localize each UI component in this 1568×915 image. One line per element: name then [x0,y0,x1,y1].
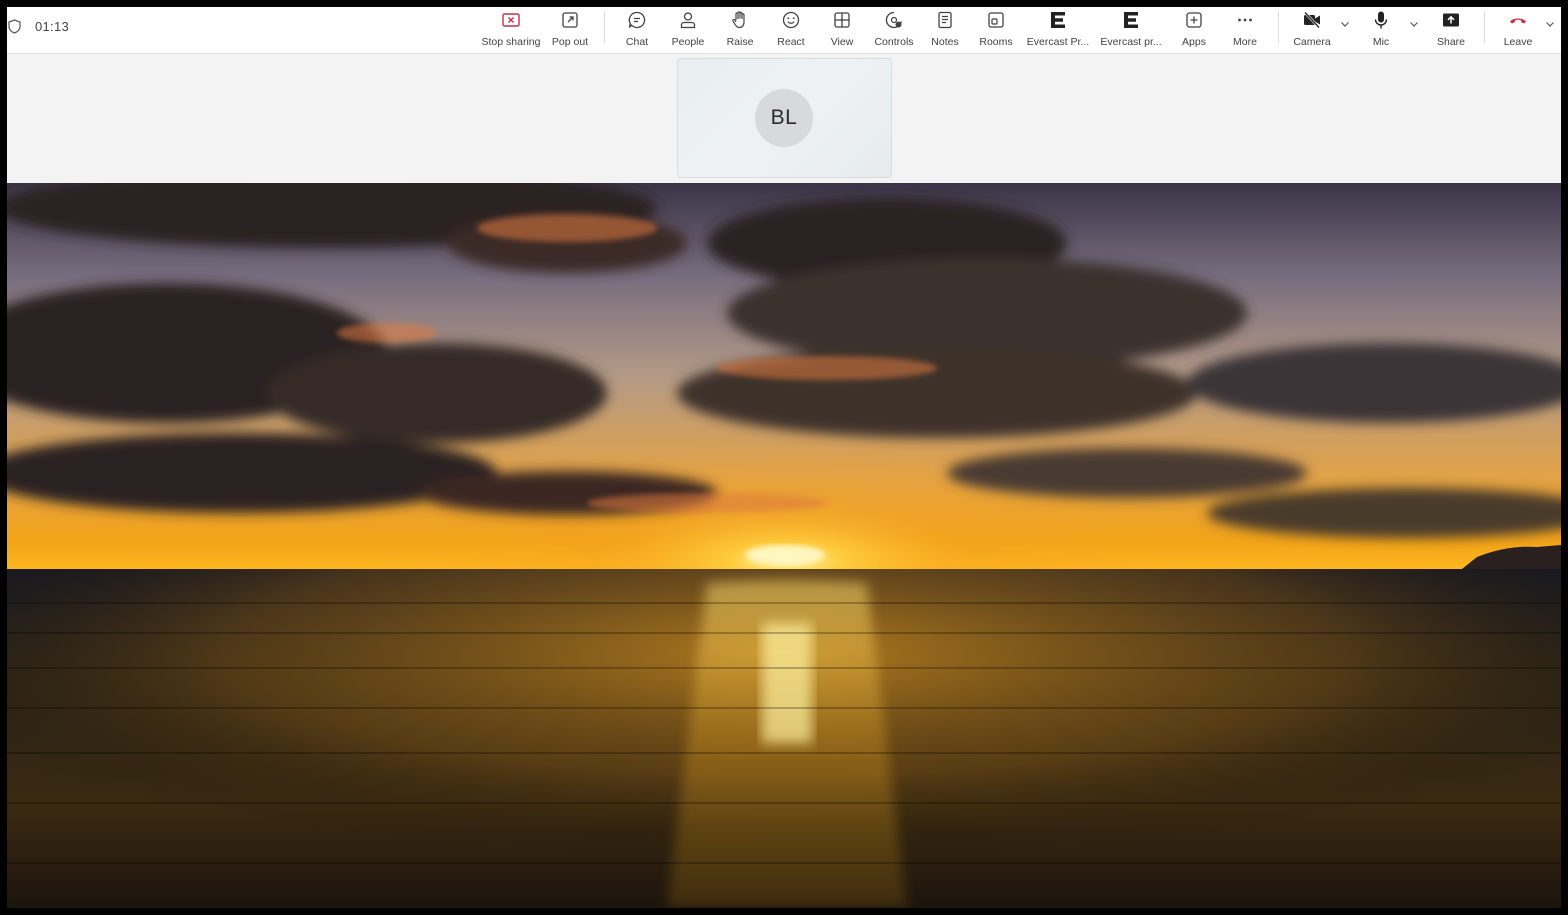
more-label: More [1233,36,1257,48]
toolbar-divider [604,11,605,43]
people-icon [680,12,696,29]
chevron-down-icon [1546,22,1554,27]
apps-icon [1186,12,1202,28]
stop-sharing-icon [502,13,520,27]
meeting-window: 01:13 Stop sharing Pop out Chat People R… [7,7,1561,908]
mic-button[interactable]: Mic [1363,9,1399,51]
toolbar-divider [1278,11,1279,43]
camera-off-icon [1304,11,1320,29]
rooms-button[interactable]: Rooms [977,9,1015,51]
notes-icon [938,11,952,29]
participant-tile[interactable]: BL [677,58,892,178]
shield-icon [8,18,21,34]
camera-button[interactable]: Camera [1290,9,1334,51]
rooms-label: Rooms [979,36,1013,48]
shared-screen-content [7,183,1561,908]
react-icon [782,11,800,29]
view-icon [834,12,850,28]
raise-hand-icon [732,11,745,29]
stop-sharing-label: Stop sharing [481,36,541,48]
controls-icon [885,11,902,29]
meeting-toolbar: 01:13 Stop sharing Pop out Chat People R… [7,7,1561,54]
chat-label: Chat [625,36,649,48]
chat-button[interactable]: Chat [619,9,655,51]
share-button[interactable]: Share [1433,9,1469,51]
camera-label: Camera [1293,36,1331,48]
leave-button[interactable]: Leave [1499,9,1537,51]
notes-label: Notes [931,36,959,48]
share-icon [1443,13,1459,27]
apps-label: Apps [1182,36,1206,48]
leave-options-chevron[interactable] [1543,17,1557,31]
view-button[interactable]: View [825,9,859,51]
react-label: React [777,36,805,48]
pop-out-label: Pop out [551,36,589,48]
view-label: View [830,36,854,48]
notes-button[interactable]: Notes [927,9,963,51]
apps-button[interactable]: Apps [1176,9,1212,51]
evercast-icon [1051,12,1065,28]
evercast-app-button-2[interactable]: Evercast pr... [1096,9,1166,51]
controls-label: Controls [874,36,914,48]
controls-button[interactable]: Controls [872,9,916,51]
evercast-app-button[interactable]: Evercast Pr... [1023,9,1093,51]
raise-label: Raise [726,36,754,48]
react-button[interactable]: React [773,9,809,51]
timer-text: 01:13 [35,18,70,34]
pop-out-button[interactable]: Pop out [548,9,592,51]
leave-icon [1510,18,1526,24]
camera-options-chevron[interactable] [1338,17,1352,31]
chevron-down-icon [1341,22,1349,27]
evercast-app-label-2: Evercast pr... [1100,36,1162,48]
meeting-timer: 01:13 [7,7,69,45]
mic-label: Mic [1372,36,1390,48]
chat-icon [628,11,646,29]
sunset-ocean-image [7,183,1561,908]
leave-label: Leave [1503,36,1533,48]
people-label: People [671,36,705,48]
stop-sharing-button[interactable]: Stop sharing [478,9,544,51]
avatar: BL [755,89,813,147]
mic-icon [1374,11,1388,29]
more-icon [1238,18,1252,22]
toolbar-divider [1484,11,1485,43]
mic-options-chevron[interactable] [1407,17,1421,31]
raise-hand-button[interactable]: Raise [722,9,758,51]
evercast-icon [1124,12,1138,28]
chevron-down-icon [1410,22,1418,27]
pop-out-icon [562,12,578,28]
avatar-initials: BL [770,106,798,129]
evercast-app-label: Evercast Pr... [1026,36,1090,48]
rooms-icon [988,12,1004,28]
more-button[interactable]: More [1227,9,1263,51]
share-label: Share [1436,36,1466,48]
people-button[interactable]: People [669,9,707,51]
